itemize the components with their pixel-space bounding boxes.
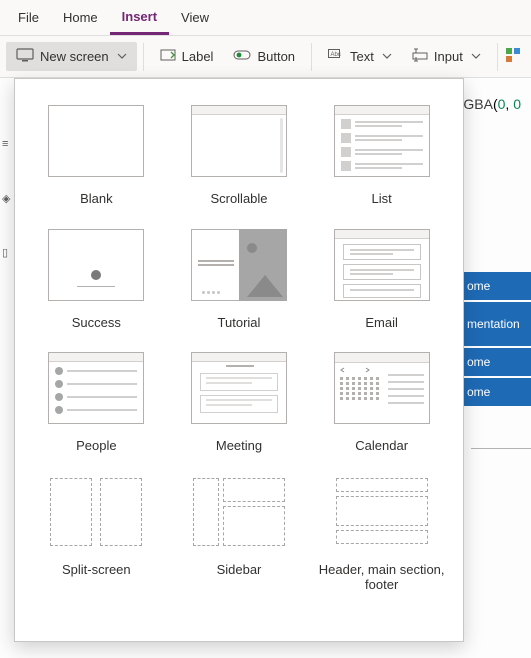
input-button[interactable]: Input: [402, 42, 491, 71]
template-thumb: [48, 476, 144, 548]
template-thumb: [191, 229, 287, 301]
template-label: Blank: [80, 191, 113, 207]
separator: [497, 43, 498, 71]
left-rail-icon[interactable]: ≡: [2, 138, 14, 152]
template-people[interactable]: People: [26, 352, 166, 454]
left-rail-icon[interactable]: ▯: [2, 246, 14, 260]
menu-view[interactable]: View: [169, 2, 221, 33]
template-thumb: [191, 476, 287, 548]
chevron-down-icon: [382, 49, 392, 64]
template-email[interactable]: Email: [312, 229, 452, 331]
template-tutorial[interactable]: Tutorial: [169, 229, 309, 331]
tree-item[interactable]: ome: [463, 348, 531, 376]
template-meeting[interactable]: Meeting: [169, 352, 309, 454]
template-blank[interactable]: Blank: [26, 105, 166, 207]
template-thumb: [191, 352, 287, 424]
template-label: Split-screen: [62, 562, 131, 578]
template-thumb: [48, 229, 144, 301]
label-btn-text: Label: [182, 49, 214, 64]
template-split-screen[interactable]: Split-screen: [26, 476, 166, 593]
button-btn-text: Button: [257, 49, 295, 64]
button-icon: [233, 48, 251, 65]
text-icon: Abc: [328, 49, 344, 64]
menu-insert[interactable]: Insert: [110, 1, 169, 35]
template-scrollable[interactable]: Scrollable: [169, 105, 309, 207]
gallery-button[interactable]: [504, 42, 522, 71]
label-icon: [160, 48, 176, 65]
template-calendar[interactable]: Calendar: [312, 352, 452, 454]
text-button[interactable]: Abc Text: [318, 43, 402, 70]
template-header-main-footer[interactable]: Header, main section, footer: [312, 476, 452, 593]
template-thumb: [191, 105, 287, 177]
template-label: Sidebar: [217, 562, 262, 578]
tree-item[interactable]: ome: [463, 272, 531, 300]
chevron-down-icon: [117, 49, 127, 64]
left-rail-icon[interactable]: ◈: [2, 192, 14, 206]
new-screen-dropdown: Blank Scrollable List Success: [14, 78, 464, 642]
template-list[interactable]: List: [312, 105, 452, 207]
text-btn-text: Text: [350, 49, 374, 64]
template-thumb: [48, 352, 144, 424]
template-label: List: [372, 191, 392, 207]
template-thumb: [334, 229, 430, 301]
separator: [311, 43, 312, 71]
input-btn-text: Input: [434, 49, 463, 64]
divider: [471, 448, 531, 449]
label-button[interactable]: Label: [150, 42, 224, 71]
new-screen-button[interactable]: New screen: [6, 42, 137, 71]
template-label: People: [76, 438, 116, 454]
template-label: Tutorial: [218, 315, 261, 331]
template-thumb: [334, 352, 430, 424]
button-control-button[interactable]: Button: [223, 42, 305, 71]
separator: [143, 43, 144, 71]
menu-file[interactable]: File: [6, 2, 51, 33]
template-label: Success: [72, 315, 121, 331]
template-thumb: [334, 105, 430, 177]
template-label: Scrollable: [210, 191, 267, 207]
svg-text:Abc: Abc: [331, 52, 341, 58]
input-icon: [412, 48, 428, 65]
template-label: Calendar: [355, 438, 408, 454]
ribbon: New screen Label Button Abc Text Input: [0, 36, 531, 78]
template-thumb: [48, 105, 144, 177]
template-thumb: [334, 476, 430, 548]
template-label: Email: [365, 315, 398, 331]
template-sidebar[interactable]: Sidebar: [169, 476, 309, 593]
chevron-down-icon: [471, 49, 481, 64]
template-success[interactable]: Success: [26, 229, 166, 331]
tree-item[interactable]: mentation: [463, 302, 531, 346]
screen-icon: [16, 48, 34, 65]
menu-home[interactable]: Home: [51, 2, 110, 33]
menu-bar: File Home Insert View: [0, 0, 531, 36]
template-label: Meeting: [216, 438, 262, 454]
tree-item[interactable]: ome: [463, 378, 531, 406]
new-screen-label: New screen: [40, 49, 109, 64]
template-label: Header, main section, footer: [317, 562, 447, 593]
gallery-icon: [506, 48, 520, 65]
